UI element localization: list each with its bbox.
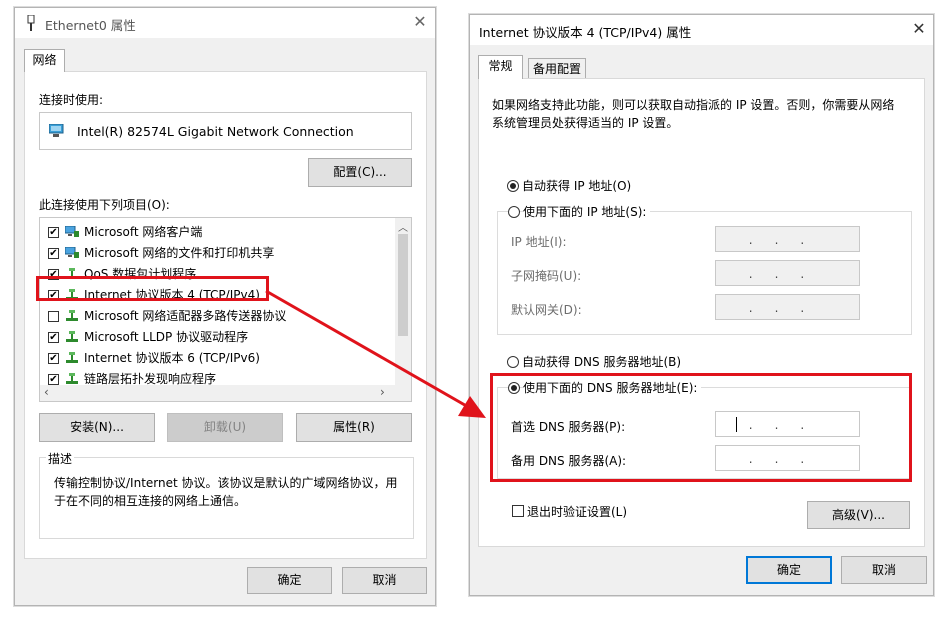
tab-general-label: 常规: [488, 59, 513, 73]
red-arrow: [265, 289, 486, 418]
tab-network[interactable]: 网络: [24, 49, 65, 72]
tab-network-label: 网络: [32, 53, 57, 67]
tab-general[interactable]: 常规: [478, 55, 523, 79]
